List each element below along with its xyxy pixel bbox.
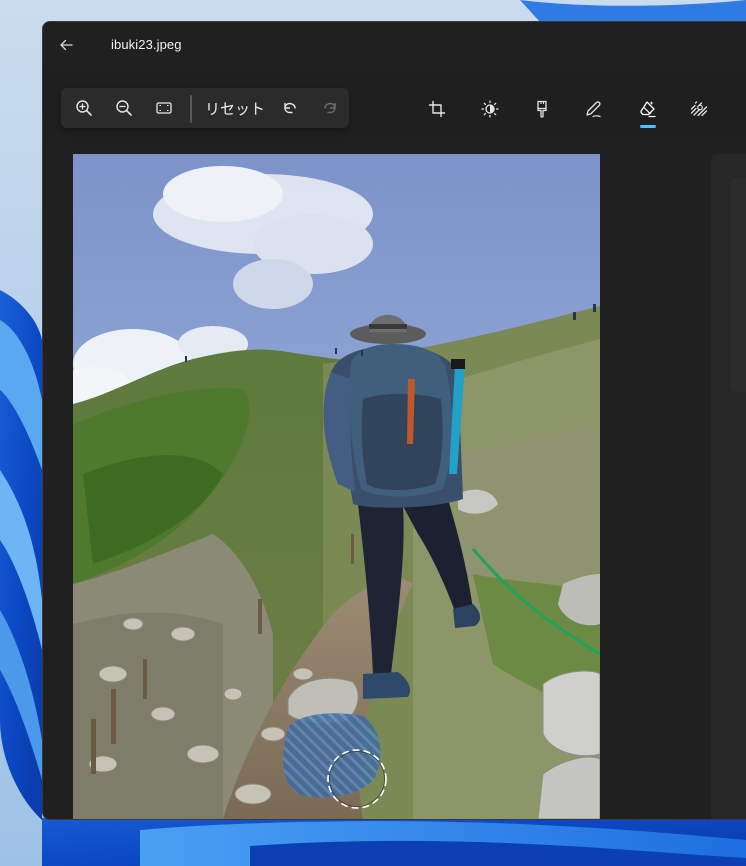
reset-button[interactable]: リセット (201, 94, 269, 122)
redo-button[interactable] (315, 94, 343, 122)
zoom-out-button[interactable] (109, 94, 139, 122)
reset-label: リセット (204, 100, 265, 118)
crop-tool-button[interactable] (422, 95, 452, 123)
background-blur-icon (690, 101, 708, 117)
erase-options-card (730, 178, 746, 392)
fit-to-window-icon (156, 102, 172, 114)
back-button[interactable] (53, 32, 79, 58)
erase-tool-button[interactable] (633, 95, 663, 123)
filter-brush-icon (537, 100, 547, 118)
zoom-out-icon (116, 100, 132, 116)
undo-icon (284, 102, 296, 114)
zoom-in-button[interactable] (69, 94, 99, 122)
window-title: ibuki23.jpeg (111, 37, 182, 52)
eraser-icon (640, 101, 656, 118)
filter-tool-button[interactable] (527, 95, 557, 123)
zoom-in-icon (76, 100, 92, 116)
undo-button[interactable] (277, 94, 305, 122)
view-controls-toolbar: リセット (61, 88, 349, 128)
adjustment-tool-button[interactable] (475, 95, 505, 123)
brightness-icon (481, 100, 499, 118)
title-bar: ibuki23.jpeg (43, 22, 746, 68)
photos-app-window: ibuki23.jpeg リセット (42, 21, 746, 820)
markup-tool-button[interactable] (578, 95, 608, 123)
pen-icon (586, 101, 601, 118)
photo-preview[interactable] (73, 154, 600, 819)
back-arrow-icon (60, 39, 73, 51)
fit-to-window-button[interactable] (149, 94, 179, 122)
toolbar-divider (190, 95, 192, 123)
hiker-mountain-photo (73, 154, 600, 819)
background-tool-button[interactable] (684, 95, 714, 123)
redo-icon (324, 102, 336, 114)
active-tool-indicator (640, 125, 656, 128)
crop-icon (428, 100, 446, 118)
